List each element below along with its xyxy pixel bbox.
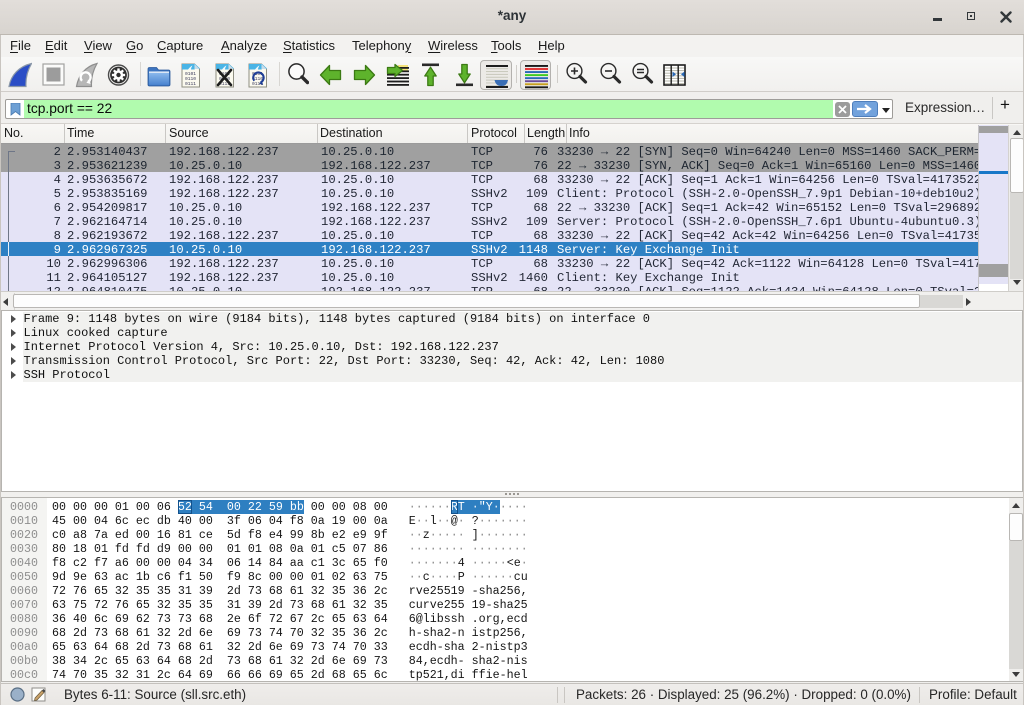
svg-text:0111: 0111 <box>185 81 196 87</box>
